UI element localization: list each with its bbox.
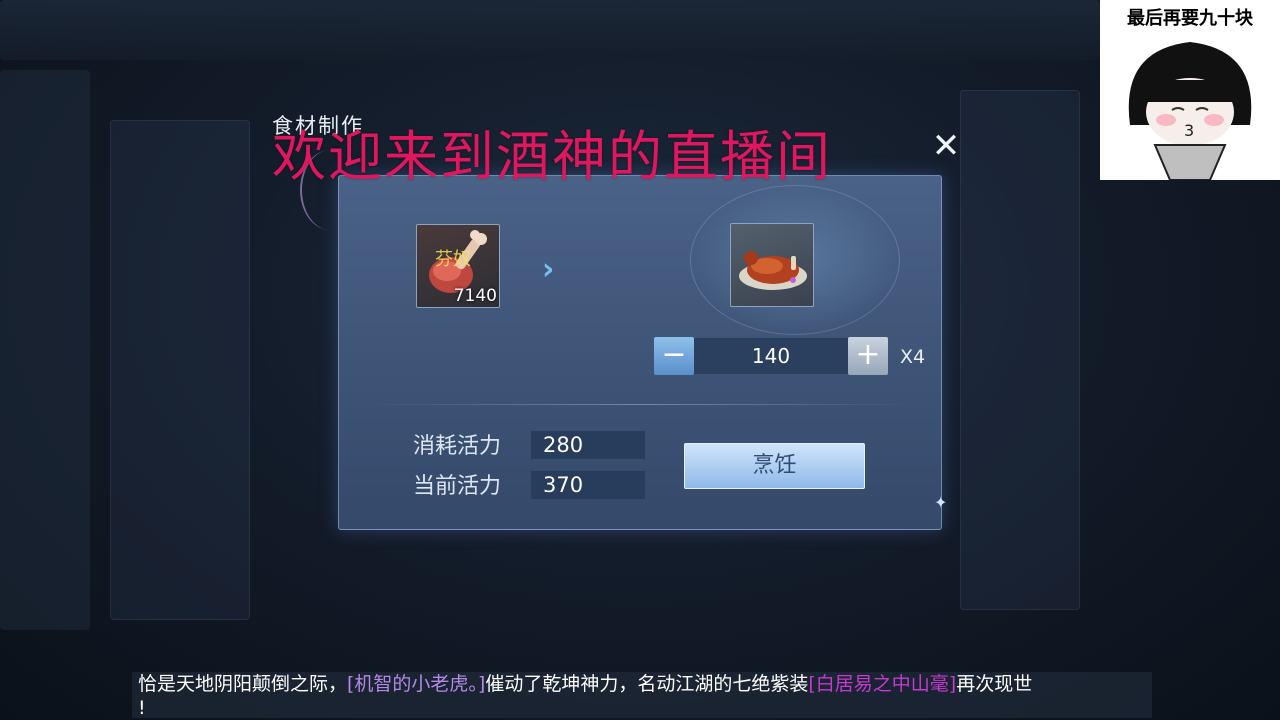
input-item-quantity: 7140 bbox=[453, 286, 497, 306]
meme-face-icon: 3 bbox=[1128, 42, 1252, 180]
current-energy-value: 370 bbox=[531, 471, 645, 499]
decrease-quantity-button[interactable]: − bbox=[654, 337, 694, 375]
broadcast-text-2: 催动了乾坤神力，名动江湖的七绝紫装 bbox=[485, 673, 809, 695]
double-chevron-right-icon: › bbox=[542, 252, 555, 287]
divider bbox=[360, 404, 920, 405]
system-broadcast: 恰是天地阴阳颠倒之际，[机智的小老虎。]催动了乾坤神力，名动江湖的七绝紫装[白居… bbox=[132, 672, 1152, 719]
output-multiplier: X4 bbox=[900, 346, 926, 368]
close-icon[interactable]: ✕ bbox=[926, 126, 966, 166]
broadcast-text-1: 恰是天地阴阳颠倒之际， bbox=[138, 673, 348, 695]
background-panel bbox=[110, 120, 250, 620]
meme-overlay: 最后再要九十块 3 bbox=[1100, 0, 1280, 180]
output-item-slot[interactable] bbox=[730, 223, 814, 307]
broadcast-text-3: 再次现世 bbox=[956, 673, 1033, 695]
broadcast-text-4: ! bbox=[138, 697, 146, 719]
sparkle-icon: ✦ bbox=[934, 493, 948, 512]
increase-quantity-button[interactable]: + bbox=[848, 337, 888, 375]
background-side-column bbox=[0, 70, 90, 630]
background-top-bar bbox=[0, 0, 1100, 60]
quantity-input[interactable]: 140 bbox=[694, 338, 848, 374]
meme-mouth: 3 bbox=[1184, 121, 1194, 140]
broadcast-item-name[interactable]: [白居易之中山毫] bbox=[808, 673, 956, 695]
cost-energy-value: 280 bbox=[531, 431, 645, 459]
current-energy-label: 当前活力 bbox=[413, 474, 502, 499]
broadcast-player-name[interactable]: [机智的小老虎。] bbox=[347, 673, 485, 695]
cost-energy-label: 消耗活力 bbox=[413, 434, 502, 459]
input-item-slot[interactable]: 芬奴 7140 bbox=[416, 224, 500, 308]
input-item-tag: 芬奴 bbox=[435, 249, 471, 270]
stream-watermark: 欢迎来到酒神的直播间 bbox=[272, 125, 832, 188]
roast-duck-icon bbox=[739, 251, 807, 290]
background-panel-right bbox=[960, 90, 1080, 610]
meme-caption: 最后再要九十块 bbox=[1127, 8, 1253, 29]
cook-button[interactable]: 烹饪 bbox=[684, 443, 865, 489]
